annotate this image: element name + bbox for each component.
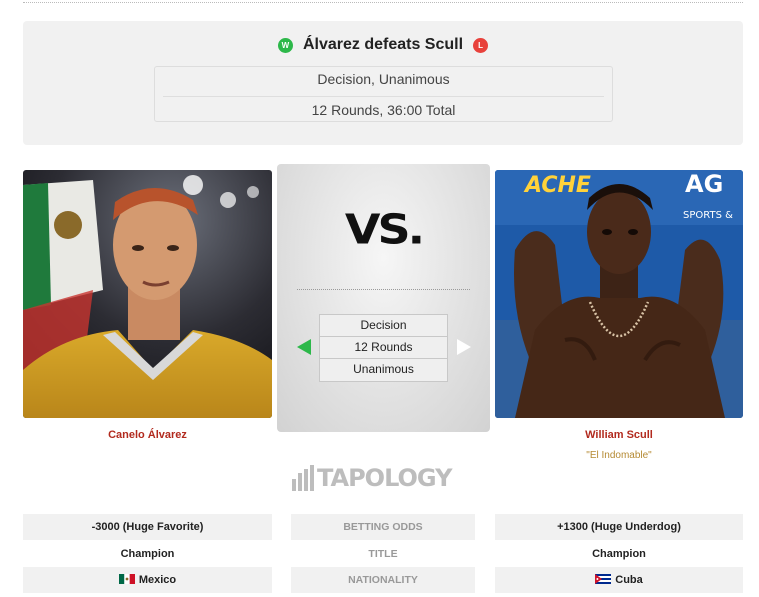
vs-detail-method: Decision bbox=[320, 315, 447, 337]
tapology-mark-icon bbox=[292, 465, 314, 491]
fighter-photo-left[interactable] bbox=[23, 170, 272, 418]
method-divider bbox=[163, 96, 604, 97]
title-right: Champion bbox=[592, 548, 646, 560]
method-box: Decision, Unanimous 12 Rounds, 36:00 Tot… bbox=[154, 66, 613, 122]
top-divider bbox=[23, 2, 743, 3]
fighter-name-left[interactable]: Canelo Álvarez bbox=[23, 429, 272, 441]
bout-result-panel: W Álvarez defeats Scull L Decision, Unan… bbox=[23, 21, 743, 145]
bout-result-text: Álvarez defeats Scull bbox=[302, 36, 464, 53]
nationality-left: Mexico bbox=[23, 567, 272, 593]
svg-text:AG: AG bbox=[685, 170, 723, 198]
loss-badge-icon: L bbox=[473, 37, 489, 53]
bout-headline: W Álvarez defeats Scull L bbox=[23, 36, 743, 54]
result-method: Decision, Unanimous bbox=[317, 71, 450, 87]
fighter-name-right[interactable]: William Scull bbox=[495, 429, 743, 441]
svg-text:ACHE: ACHE bbox=[523, 173, 591, 198]
vs-detail-decision-type: Unanimous bbox=[353, 362, 414, 376]
nationality-left-text: Mexico bbox=[138, 574, 177, 586]
mexico-flag-icon bbox=[118, 574, 135, 584]
winner-left-arrow-icon bbox=[297, 339, 311, 355]
vs-panel: VS. Decision 12 Rounds Unanimous bbox=[277, 164, 490, 432]
betting-odds-left: -3000 (Huge Favorite) bbox=[23, 514, 272, 540]
fighter-nickname-right: "El Indomable" bbox=[586, 450, 652, 461]
vs-text: VS. bbox=[344, 204, 425, 254]
result-duration: 12 Rounds, 36:00 Total bbox=[311, 102, 456, 118]
fighter-photo-right[interactable]: ACHE AG SPORTS & bbox=[495, 170, 743, 418]
win-badge-icon: W bbox=[277, 37, 293, 53]
title-left: Champion bbox=[120, 548, 175, 560]
title-label: TITLE bbox=[368, 548, 398, 560]
tapology-logo: TAPOLOGY bbox=[292, 462, 452, 494]
right-arrow-icon bbox=[457, 339, 471, 355]
tapology-logo-text: TAPOLOGY bbox=[317, 464, 452, 492]
nationality-label: NATIONALITY bbox=[291, 567, 475, 593]
nationality-right: Cuba bbox=[495, 567, 743, 593]
vs-detail-rounds: 12 Rounds bbox=[320, 337, 447, 359]
betting-odds-label: BETTING ODDS bbox=[291, 514, 475, 540]
svg-text:SPORTS &: SPORTS & bbox=[683, 210, 733, 221]
vs-details-table: Decision 12 Rounds Unanimous bbox=[319, 314, 448, 382]
betting-odds-right: +1300 (Huge Underdog) bbox=[495, 514, 743, 540]
nationality-right-text: Cuba bbox=[615, 574, 643, 586]
vs-divider bbox=[297, 289, 470, 290]
cuba-flag-icon bbox=[595, 574, 612, 584]
